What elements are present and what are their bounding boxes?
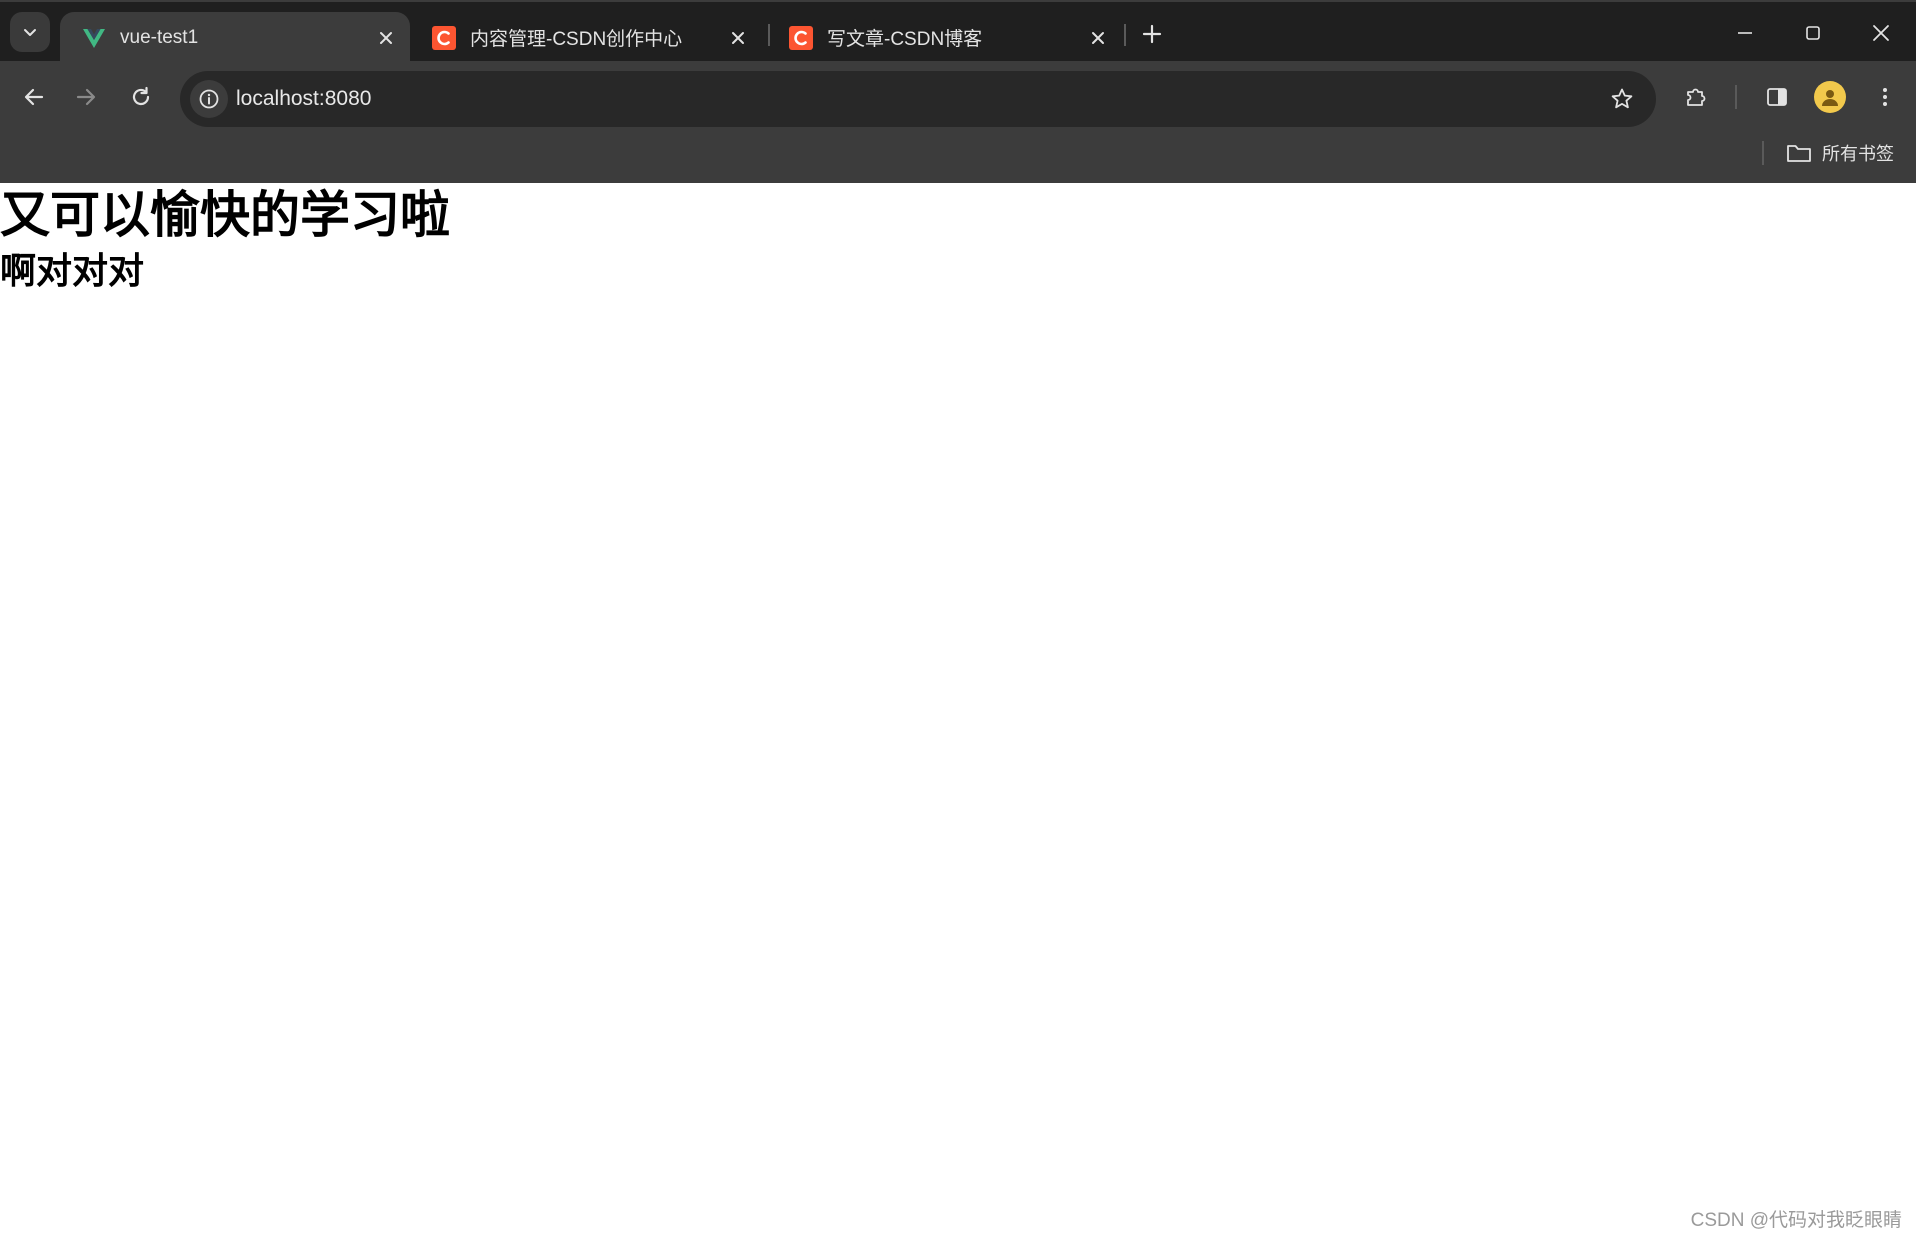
site-info-button[interactable] <box>190 80 228 118</box>
watermark: CSDN @代码对我眨眼睛 <box>1690 1210 1902 1231</box>
csdn-logo-icon <box>432 25 456 50</box>
page-content: 又可以愉快的学习啦 啊对对对 CSDN @代码对我眨眼睛 <box>0 183 1916 1242</box>
bookmark-star-button[interactable] <box>1606 83 1638 115</box>
maximize-button[interactable] <box>1783 8 1843 58</box>
address-bar[interactable]: localhost:8080 <box>180 71 1656 127</box>
page-heading: 又可以愉快的学习啦 <box>0 187 450 243</box>
page-subheading: 啊对对对 <box>0 250 145 291</box>
reload-icon <box>132 86 150 106</box>
folder-icon <box>1786 142 1812 164</box>
side-panel-icon <box>1767 88 1787 106</box>
profile-icon <box>1822 90 1838 106</box>
close-icon <box>732 31 744 44</box>
tab-separator <box>1124 24 1126 46</box>
tab-close-button[interactable] <box>372 24 400 52</box>
side-panel-button[interactable] <box>1757 77 1797 117</box>
chevron-down-icon <box>24 29 36 36</box>
tab-close-button[interactable] <box>724 24 752 52</box>
arrow-left-icon <box>24 88 44 106</box>
tab-strip: vue-test1 内容管理-CSDN创作中心 写文章-CSDN博客 <box>0 0 1916 63</box>
more-vertical-icon <box>1883 88 1887 106</box>
new-tab-button[interactable] <box>1136 18 1168 50</box>
browser-toolbar: localhost:8080 <box>0 61 1916 135</box>
profile-avatar[interactable] <box>1814 81 1846 113</box>
extensions-button[interactable] <box>1676 77 1716 117</box>
tab-search-button[interactable] <box>10 12 50 52</box>
browser-menu-button[interactable] <box>1865 77 1905 117</box>
tab-title: vue-test1 <box>120 26 199 48</box>
bookmarks-bar: 所有书签 <box>0 135 1916 183</box>
all-bookmarks-button[interactable]: 所有书签 <box>1786 135 1894 171</box>
tab-title: 写文章-CSDN博客 <box>827 29 983 50</box>
csdn-logo-icon <box>789 25 813 50</box>
info-icon <box>199 89 219 109</box>
close-icon <box>1092 31 1104 44</box>
arrow-right-icon <box>76 88 96 106</box>
star-icon <box>1611 88 1633 109</box>
close-icon <box>1873 25 1889 41</box>
back-button[interactable] <box>14 77 54 117</box>
minimize-button[interactable] <box>1715 8 1775 58</box>
tab-vue-test1[interactable]: vue-test1 <box>60 12 410 63</box>
puzzle-icon <box>1687 88 1706 106</box>
tab-title: 内容管理-CSDN创作中心 <box>470 29 683 50</box>
vue-logo-icon <box>83 28 105 48</box>
browser-chrome: vue-test1 内容管理-CSDN创作中心 写文章-CSDN博客 local… <box>0 0 1916 183</box>
tab-csdn-content-management[interactable]: 内容管理-CSDN创作中心 <box>410 12 762 63</box>
close-icon <box>380 31 392 44</box>
window-close-button[interactable] <box>1851 8 1911 58</box>
all-bookmarks-label: 所有书签 <box>1822 144 1894 164</box>
tab-csdn-write-article[interactable]: 写文章-CSDN博客 <box>767 12 1122 63</box>
forward-button[interactable] <box>66 77 106 117</box>
plus-icon <box>1142 24 1162 44</box>
reload-button[interactable] <box>121 77 161 117</box>
maximize-icon <box>1806 26 1820 40</box>
minimize-icon <box>1738 32 1752 34</box>
url-text[interactable]: localhost:8080 <box>236 71 371 127</box>
toolbar-separator <box>1735 85 1737 109</box>
tab-close-button[interactable] <box>1084 24 1112 52</box>
bookmarks-separator <box>1762 141 1764 165</box>
